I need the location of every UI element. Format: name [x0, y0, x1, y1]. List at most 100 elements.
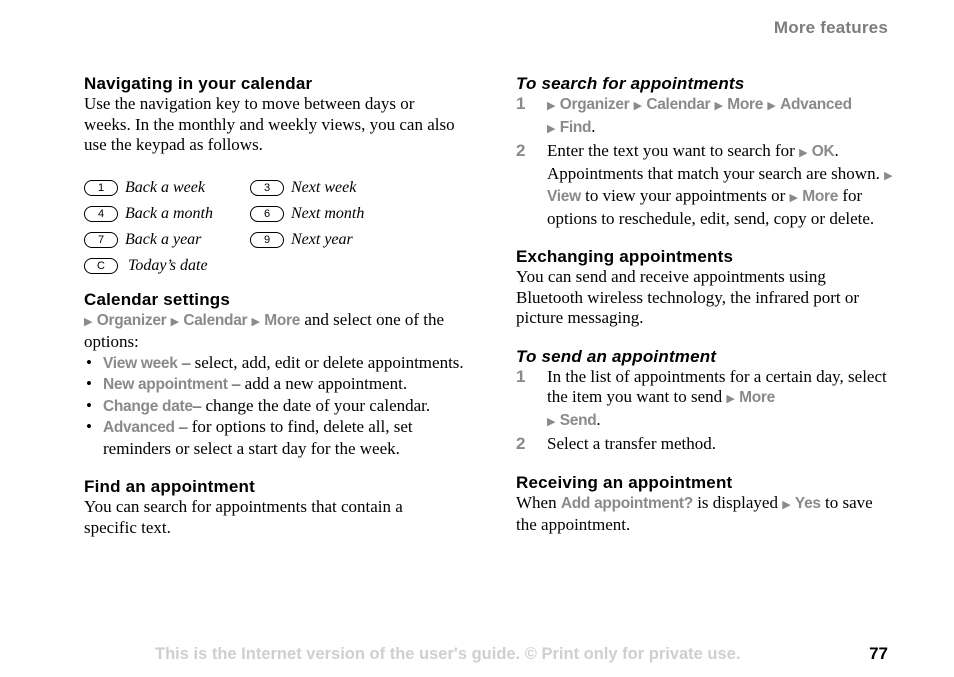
key-label: Next month — [291, 204, 365, 222]
heading-find: Find an appointment — [84, 477, 255, 496]
options-list: • View week – select, add, edit or delete… — [84, 353, 464, 460]
bullet-icon: • — [86, 352, 92, 372]
step-number: 2 — [516, 434, 526, 453]
list-item: • Advanced – for options to find, delete … — [84, 417, 464, 459]
key-item: 4 Back a month — [84, 204, 250, 224]
step-text: Select a transfer method. — [547, 434, 716, 453]
list-item: • View week – select, add, edit or delete… — [84, 353, 464, 375]
menu-organizer: Organizer — [559, 96, 630, 113]
key-label: Next week — [291, 178, 357, 196]
navigating-text: Use the navigation key to move between d… — [84, 94, 455, 154]
option-name: View week — [103, 354, 178, 372]
send-step-2: 2 Select a transfer method. — [516, 434, 896, 455]
key-label: Next year — [291, 230, 353, 248]
period: . — [591, 116, 596, 136]
key-4-icon: 4 — [84, 205, 118, 222]
step-text: Enter the text you want to search for — [547, 141, 800, 160]
key-label: Back a week — [125, 178, 205, 196]
key-item: C Today’s date — [84, 256, 250, 276]
menu-calendar: Calendar — [183, 311, 248, 329]
option-name: Change date — [103, 397, 193, 415]
menu-advanced: Advanced — [780, 96, 852, 113]
step-number: 1 — [516, 366, 526, 386]
heading-search: To search for appointments — [516, 74, 745, 93]
section-receiving: Receiving an appointment When Add appoin… — [516, 472, 896, 536]
prompt-add-appointment: Add appointment? — [560, 494, 693, 512]
bullet-icon: • — [86, 417, 92, 436]
right-column: To search for appointments 1 ▶ Organizer… — [516, 73, 896, 536]
key-item: 1 Back a week — [84, 178, 250, 198]
search-step-2: 2 Enter the text you want to search for … — [516, 141, 896, 229]
settings-text: ▶ Organizer ▶ Calendar ▶ More and select… — [84, 310, 464, 353]
key-7-icon: 7 — [84, 231, 118, 248]
text: is displayed — [692, 492, 783, 512]
bullet-icon: • — [86, 395, 92, 415]
section-send: To send an appointment 1 In the list of … — [516, 346, 896, 455]
find-text: You can search for appointments that con… — [84, 497, 403, 537]
step-number: 1 — [516, 94, 526, 113]
section-calendar-settings: Calendar settings ▶ Organizer ▶ Calendar… — [84, 289, 464, 460]
heading-send: To send an appointment — [516, 346, 717, 366]
key-label: Back a month — [125, 204, 213, 222]
menu-send: Send — [559, 411, 597, 429]
key-9-icon: 9 — [250, 231, 284, 248]
menu-view: View — [547, 188, 581, 205]
arrow-icon: ▶ — [547, 99, 556, 112]
arrow-icon: ▶ — [170, 314, 180, 328]
menu-more: More — [727, 96, 764, 113]
arrow-icon: ▶ — [884, 168, 893, 182]
heading-calendar-settings: Calendar settings — [84, 289, 231, 309]
menu-organizer: Organizer — [96, 311, 167, 329]
step-number: 2 — [516, 141, 526, 160]
keypad-legend: 1 Back a week 3 Next week 4 Back a month 6N… — [84, 178, 464, 276]
menu-more: More — [739, 389, 775, 406]
send-step-1: 1 In the list of appointments for a cert… — [516, 367, 896, 433]
arrow-icon: ▶ — [726, 392, 735, 405]
heading-receiving: Receiving an appointment — [516, 472, 733, 492]
page-number: 77 — [869, 644, 888, 663]
footer-notice: This is the Internet version of the user… — [155, 645, 741, 663]
arrow-icon: ▶ — [799, 146, 808, 159]
menu-more: More — [802, 188, 839, 205]
menu-calendar: Calendar — [646, 96, 711, 113]
exchanging-text: You can send and receive appointments us… — [516, 267, 860, 327]
left-column: Navigating in your calendar Use the navi… — [84, 73, 464, 538]
option-name: Advanced — [103, 419, 175, 436]
menu-ok: OK — [811, 143, 835, 160]
key-label: Today’s date — [128, 256, 208, 274]
key-6-icon: 6 — [250, 205, 284, 222]
menu-find: Find — [559, 118, 592, 136]
receiving-text: When Add appointment? is displayed ▶ Yes… — [516, 493, 896, 536]
key-item: 9 Next year — [250, 230, 410, 250]
key-item: 6 Next month — [250, 204, 410, 224]
option-desc: – select, add, edit or delete appointmen… — [177, 352, 464, 372]
arrow-icon: ▶ — [251, 314, 260, 328]
search-step-1: 1 ▶ Organizer ▶ Calendar ▶ More ▶ Advanc… — [516, 94, 896, 139]
arrow-icon: ▶ — [547, 121, 556, 135]
heading-navigating: Navigating in your calendar — [84, 74, 313, 93]
section-find: Find an appointment You can search for a… — [84, 476, 464, 538]
arrow-icon: ▶ — [84, 314, 93, 328]
menu-more: More — [264, 311, 301, 329]
option-desc: – add a new appointment. — [227, 374, 408, 393]
arrow-icon: ▶ — [633, 99, 643, 112]
list-item: • Change date– change the date of your ca… — [84, 396, 464, 418]
step-text: to view your appointments or — [580, 186, 790, 205]
option-desc: – change the date of your calendar. — [192, 395, 431, 415]
period: . — [596, 409, 601, 429]
arrow-icon: ▶ — [714, 99, 723, 112]
bullet-icon: • — [86, 374, 92, 393]
heading-exchanging: Exchanging appointments — [516, 247, 734, 266]
arrow-icon: ▶ — [547, 414, 556, 428]
header-title: More features — [773, 18, 888, 37]
key-3-icon: 3 — [250, 179, 284, 196]
key-label: Back a year — [125, 230, 202, 248]
option-name: New appointment — [103, 376, 228, 393]
text: When — [516, 492, 561, 512]
arrow-icon: ▶ — [767, 99, 776, 112]
list-item: • New appointment – add a new appointment… — [84, 374, 464, 396]
key-c-icon: C — [84, 257, 118, 274]
key-1-icon: 1 — [84, 179, 118, 196]
menu-yes: Yes — [794, 494, 821, 512]
section-exchanging: Exchanging appointments You can send and… — [516, 246, 896, 329]
